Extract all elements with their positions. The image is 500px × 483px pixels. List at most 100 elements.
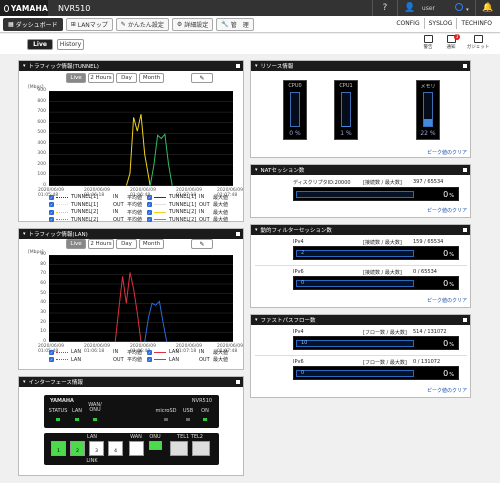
cpu1-value: 1 — [340, 130, 345, 137]
y-tick-label: 30 — [40, 310, 46, 315]
legend-name: LAN — [169, 356, 180, 363]
checkbox-icon[interactable]: ✓ — [49, 217, 54, 222]
y-tick-label: 800 — [37, 98, 46, 104]
fp-peak-clear-link[interactable]: ピーク値のクリア — [427, 387, 467, 394]
legend-dir: OUT — [199, 356, 210, 363]
collapse-icon[interactable]: ▾ — [255, 227, 258, 233]
range-month-button[interactable]: Month — [139, 73, 164, 83]
remove-panel-icon[interactable] — [463, 168, 467, 172]
legend-row[interactable]: ✓ LAN IN 平均値 ✓ LAN IN 最大値 — [49, 349, 228, 356]
notice-tool[interactable]: 3 通知 — [441, 34, 461, 50]
front-brand: YAMAHA — [50, 398, 74, 404]
legend-name: LAN — [169, 349, 180, 355]
lan-port-3[interactable]: 3 — [89, 441, 104, 456]
nav-dashboard[interactable]: ▦ ダッシュボード — [3, 17, 63, 31]
status-ring-icon[interactable]: ▾ — [449, 2, 475, 14]
fp-ipv4-count: 514 / 131072 — [413, 329, 447, 335]
legend-row[interactable]: ✓ LAN OUT 平均値 ✓ LAN OUT 最大値 — [49, 357, 228, 363]
remove-panel-icon[interactable] — [236, 380, 240, 384]
checkbox-icon[interactable]: ✓ — [49, 194, 54, 200]
nat-peak-clear-link[interactable]: ピーク値のクリア — [427, 207, 467, 214]
nav-syslog[interactable]: SYSLOG — [423, 18, 457, 29]
on-led — [203, 418, 207, 421]
user-name[interactable]: user — [422, 5, 435, 12]
remove-panel-icon[interactable] — [463, 318, 467, 322]
wan-port[interactable] — [129, 441, 144, 456]
label-lan: LAN — [71, 408, 83, 414]
nav-lanmap[interactable]: ⊞ LANマップ — [65, 17, 113, 31]
remove-panel-icon[interactable] — [463, 228, 467, 232]
checkbox-icon[interactable]: ✓ — [49, 209, 54, 215]
remove-panel-icon[interactable] — [236, 232, 240, 236]
tel1-port[interactable] — [170, 441, 188, 456]
checkbox-icon[interactable]: ✓ — [147, 357, 152, 362]
nav-techinfo[interactable]: TECHINFO — [456, 18, 496, 29]
legend-name: TUNNEL[1] — [169, 194, 197, 200]
warning-tool[interactable]: 警告 — [418, 35, 438, 50]
checkbox-icon[interactable]: ✓ — [49, 202, 54, 207]
resource-panel: ▾ リソース情報 CPU0 0 % CPU1 1 % メモリ 22 % ピーク値の… — [250, 60, 471, 158]
tab-live[interactable]: Live — [27, 39, 53, 50]
y-tick-label: 20 — [40, 319, 46, 325]
legend-swatch — [56, 196, 68, 198]
edit-icon[interactable]: ✎ — [191, 239, 213, 249]
checkbox-icon[interactable]: ✓ — [147, 349, 152, 355]
help-icon[interactable]: ? — [373, 3, 397, 13]
range-day-button[interactable]: Day — [116, 73, 137, 83]
lanmap-icon: ⊞ — [70, 20, 76, 28]
resource-peak-clear-link[interactable]: ピーク値のクリア — [427, 149, 467, 156]
nav-admin[interactable]: 🔧 管 理 — [216, 17, 254, 31]
checkbox-icon[interactable]: ✓ — [49, 357, 54, 362]
checkbox-icon[interactable]: ✓ — [147, 217, 152, 222]
df-peak-clear-link[interactable]: ピーク値のクリア — [427, 297, 467, 304]
checkbox-icon[interactable]: ✓ — [147, 194, 152, 200]
legend-dir: OUT — [199, 216, 210, 223]
collapse-icon[interactable]: ▾ — [23, 379, 26, 385]
nav-advanced[interactable]: ⚙ 詳細設定 — [171, 17, 214, 31]
range-live-button[interactable]: Live — [66, 73, 86, 83]
legend-row[interactable]: ✓ TUNNEL[2] IN 平均値 ✓ TUNNEL[2] IN 最大値 — [49, 209, 229, 216]
lan-port-1[interactable]: 1 — [51, 441, 66, 456]
range-month-button[interactable]: Month — [139, 239, 164, 249]
checkbox-icon[interactable]: ✓ — [147, 209, 152, 215]
remove-panel-icon[interactable] — [463, 64, 467, 68]
label-on: ON — [201, 408, 209, 414]
range-day-button[interactable]: Day — [116, 239, 137, 249]
legend-kind: 平均値 — [127, 209, 143, 216]
edit-icon[interactable]: ✎ — [191, 73, 213, 83]
plot-background — [49, 255, 233, 342]
gadget-tool[interactable]: ガジェット — [464, 35, 492, 50]
y-tick-label: 900 — [37, 88, 46, 93]
tel2-port[interactable] — [192, 441, 210, 456]
range-live-button[interactable]: Live — [66, 239, 86, 249]
lan-port-2[interactable]: 2 — [70, 441, 85, 456]
lan-port-4[interactable]: 4 — [108, 441, 123, 456]
checkbox-icon[interactable]: ✓ — [49, 349, 54, 355]
y-tick-label: 200 — [37, 161, 46, 167]
range-2hours-button[interactable]: 2 Hours — [88, 73, 114, 83]
legend-row[interactable]: ✓ TUNNEL[2] OUT 平均値 ✓ TUNNEL[2] OUT 最大値 — [49, 217, 228, 223]
df-ipv4-peak: 2 — [301, 250, 305, 256]
onu-port[interactable] — [149, 441, 162, 450]
legend-kind: 最大値 — [213, 202, 229, 208]
user-icon[interactable]: 👤 — [398, 3, 422, 13]
remove-panel-icon[interactable] — [236, 64, 240, 68]
nat-usage-bar: 0% — [293, 187, 459, 201]
nav-config[interactable]: CONFIG — [392, 18, 423, 29]
checkbox-icon[interactable]: ✓ — [147, 202, 152, 207]
rear-onu-label: ONU — [149, 434, 161, 440]
legend-kind: 最大値 — [213, 209, 229, 216]
legend-dir: IN — [199, 194, 205, 200]
bell-icon[interactable]: 🔔 — [476, 3, 500, 13]
collapse-icon[interactable]: ▾ — [255, 63, 258, 69]
legend-row[interactable]: ✓ TUNNEL[1] IN 平均値 ✓ TUNNEL[1] IN 最大値 — [49, 194, 228, 201]
tab-history[interactable]: History — [57, 39, 84, 50]
collapse-icon[interactable]: ▾ — [23, 63, 26, 69]
nav-easy-setup[interactable]: ✎ かんたん設定 — [115, 17, 169, 31]
collapse-icon[interactable]: ▾ — [255, 167, 258, 173]
legend-row[interactable]: ✓ TUNNEL[1] OUT 平均値 ✓ TUNNEL[1] OUT 最大値 — [49, 202, 228, 208]
range-2hours-button[interactable]: 2 Hours — [88, 239, 114, 249]
df-ipv4-count: 159 / 65534 — [413, 239, 444, 245]
collapse-icon[interactable]: ▾ — [255, 317, 258, 323]
collapse-icon[interactable]: ▾ — [23, 231, 26, 237]
